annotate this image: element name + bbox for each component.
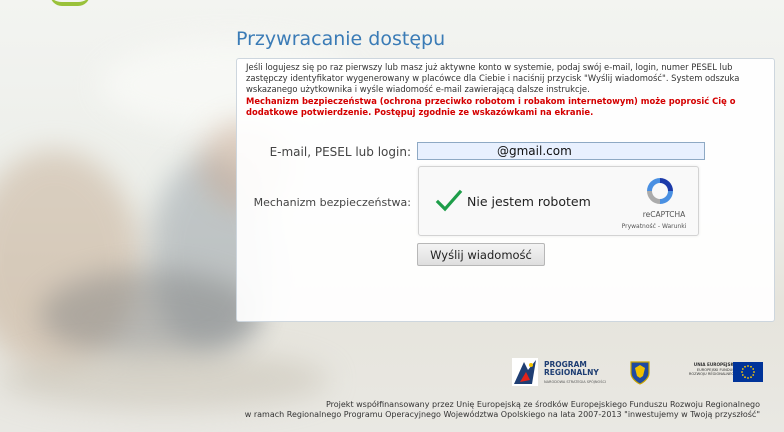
recaptcha-brand: reCAPTCHA (642, 210, 686, 219)
footer-text: Projekt współfinansowany przez Unię Euro… (180, 400, 760, 420)
funding-logos: PROGRAM REGIONALNY NARODOWA STRATEGIA SP… (512, 358, 764, 388)
recaptcha-links[interactable]: Prywatność - Warunki (609, 223, 699, 230)
checkmark-icon[interactable] (435, 189, 463, 213)
send-message-button[interactable]: Wyślij wiadomość (417, 243, 545, 266)
site-logo[interactable] (40, 0, 190, 6)
program-subtitle: NARODOWA STRATEGIA SPÓJNOŚCI (544, 380, 606, 384)
email-label: E-mail, PESEL lub login: (269, 145, 411, 159)
program-name-line2: REGIONALNY (544, 368, 599, 377)
eu-fund-text: UNIA EUROPEJSKA EUROPEJSKI FUNDUSZ ROZWO… (682, 362, 737, 377)
recaptcha-label: Nie jestem robotem (467, 194, 591, 209)
eu-sub-2: ROZWOJU REGIONALNEGO (688, 372, 737, 376)
footer-line1: Projekt współfinansowany przez Unię Euro… (325, 400, 760, 409)
email-field[interactable] (417, 142, 705, 160)
security-warning: Mechanizm bezpieczeństwa (ochrona przeci… (246, 96, 736, 117)
eu-flag-icon (733, 362, 763, 382)
footer-line2: w ramach Regionalnego Programu Operacyjn… (244, 410, 760, 419)
page-title: Przywracanie dostępu (236, 28, 446, 50)
recaptcha-logo-icon (647, 178, 673, 204)
eu-sub-1: EUROPEJSKI FUNDUSZ (696, 367, 737, 372)
program-regionalny-logo-icon (512, 358, 538, 386)
program-name: PROGRAM REGIONALNY (544, 361, 599, 377)
opolskie-crest-icon (630, 361, 650, 385)
eu-title: UNIA EUROPEJSKA (693, 362, 737, 367)
recaptcha-widget: Nie jestem robotem reCAPTCHA Prywatność … (418, 166, 699, 236)
security-label: Mechanizm bezpieczeństwa: (253, 196, 411, 209)
intro-text: Jeśli logujesz się po raz pierwszy lub m… (246, 62, 740, 94)
